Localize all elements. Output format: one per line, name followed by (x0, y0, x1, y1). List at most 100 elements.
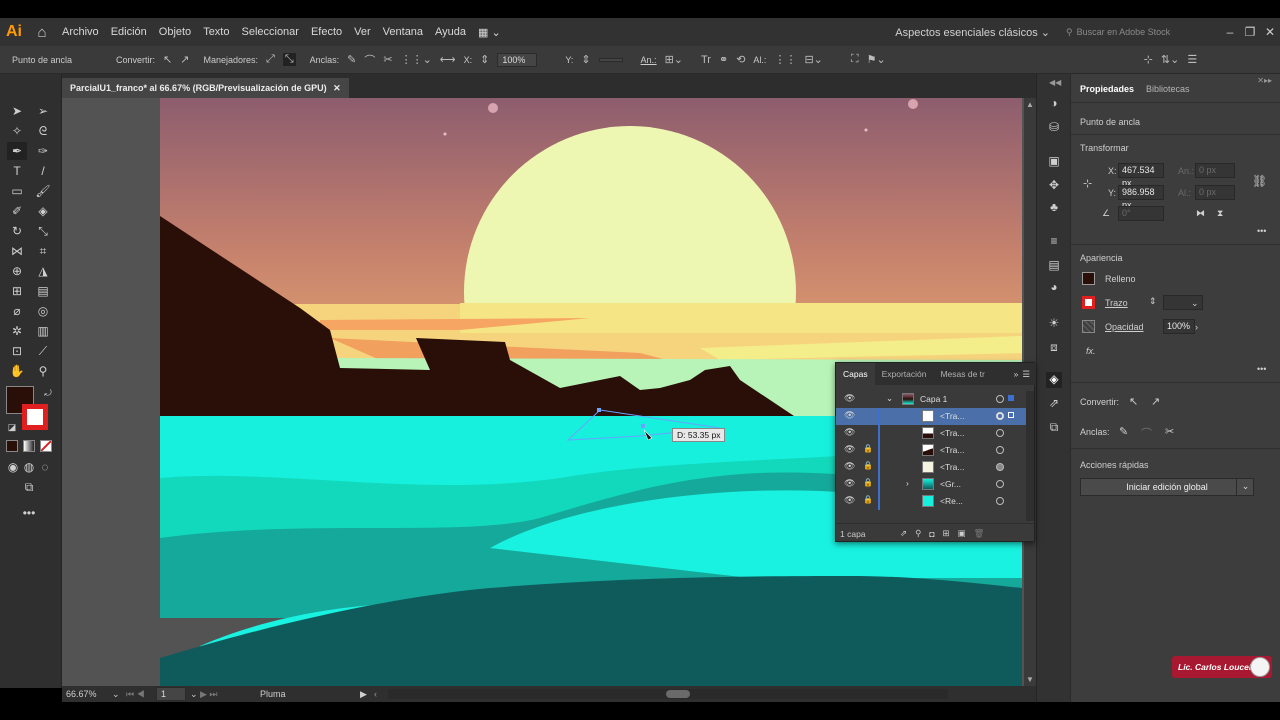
stroke-label[interactable]: Trazo (1105, 298, 1128, 308)
paintbrush-tool-icon[interactable]: 🖌 (33, 182, 53, 200)
expand-layer-icon[interactable]: ⌄ (886, 393, 893, 404)
grid-align-icon[interactable]: ⋮⋮ (774, 53, 796, 66)
target-icon[interactable] (996, 429, 1004, 437)
artboard-dropdown-icon[interactable]: ⌄ (186, 689, 200, 700)
layer-row[interactable]: 👁 🔒 <Tra... (836, 459, 1026, 476)
pen-tool-icon[interactable]: ✒ (7, 142, 27, 160)
default-colors-icon[interactable]: ◪ (2, 418, 22, 436)
hscroll-thumb[interactable] (666, 690, 690, 698)
puppet-warp-icon[interactable]: ✥ (1046, 178, 1062, 194)
layer-row[interactable]: 👁 <Tra... (836, 408, 1026, 425)
artboard-nav-icon[interactable]: ⏮ ◀ (126, 689, 156, 700)
layers-panel-icon[interactable]: ◈ (1046, 372, 1062, 388)
target-icon[interactable] (996, 480, 1004, 488)
layer-name[interactable]: <Re... (940, 496, 963, 506)
tab-bibliotecas[interactable]: Bibliotecas (1146, 84, 1190, 94)
menu-ayuda[interactable]: Ayuda (429, 26, 472, 38)
mesh-tool-icon[interactable]: ⊞ (7, 282, 27, 300)
close-tab-icon[interactable]: ✕ (333, 83, 341, 93)
shaper-tool-icon[interactable]: ✐ (7, 202, 27, 220)
gradient-mode-icon[interactable] (23, 440, 35, 452)
align-icon[interactable]: ⋮⋮⌄ (401, 53, 432, 66)
color-mode-icon[interactable] (6, 440, 18, 452)
layer-row[interactable]: 👁 🔒 <Tra... (836, 442, 1026, 459)
scroll-down-icon[interactable]: ▼ (1026, 675, 1034, 684)
zoom-tool-icon[interactable]: ⚲ (33, 362, 53, 380)
convert-smooth-icon[interactable]: ↗ (1151, 395, 1160, 408)
swap-colors-icon[interactable]: ⤾ (38, 384, 58, 402)
height-input[interactable]: 0 px (1195, 185, 1235, 200)
tab-propiedades[interactable]: Propiedades (1080, 84, 1134, 94)
connect-anchor-icon[interactable]: ⌒ (1141, 425, 1152, 441)
hscroll-left-icon[interactable]: ‹ (374, 689, 388, 699)
layer-name[interactable]: <Tra... (940, 445, 964, 455)
transform-icon[interactable]: Tr (701, 54, 711, 66)
expand-panel-icon[interactable]: » (1014, 369, 1023, 379)
visibility-icon[interactable]: 👁 (844, 478, 855, 489)
home-icon[interactable]: ⌂ (28, 24, 56, 41)
target-icon[interactable] (996, 412, 1004, 420)
menu-edicion[interactable]: Edición (105, 26, 153, 38)
workspace-switcher[interactable]: Aspectos esenciales clásicos ⌄ (895, 26, 1050, 39)
rotate-tool-icon[interactable]: ↻ (7, 222, 27, 240)
x-position-input[interactable]: 467.534 px (1118, 163, 1164, 188)
width-link-icon[interactable]: ⊞⌄ (665, 53, 683, 66)
type-tool-icon[interactable]: T (7, 162, 27, 180)
convert-smooth-icon[interactable]: ↗ (180, 53, 189, 66)
y-position-input[interactable]: 986.958 px (1118, 185, 1164, 210)
minimize-icon[interactable]: – (1220, 25, 1240, 39)
eraser-tool-icon[interactable]: ◈ (33, 202, 53, 220)
scroll-up-icon[interactable]: ▲ (1026, 100, 1034, 109)
magic-wand-icon[interactable]: ✧ (7, 122, 27, 140)
cut-path-icon[interactable]: ✂ (383, 53, 392, 66)
zoom-dropdown-icon[interactable]: ⌄ (112, 689, 126, 700)
stroke-weight-stepper[interactable]: ⇕ (1149, 296, 1157, 307)
connect-anchor-icon[interactable]: ⌒ (364, 52, 375, 68)
clipping-mask-icon[interactable]: ◘ (929, 529, 934, 539)
width-tool-icon[interactable]: ⋈ (7, 242, 27, 260)
visibility-icon[interactable]: 👁 (844, 410, 855, 421)
artboard-number[interactable]: 1 (156, 687, 186, 701)
zoom-level[interactable]: 66.67% (62, 689, 112, 699)
panel-arrange-icon[interactable]: ⊹ (1144, 53, 1153, 66)
remove-anchor-icon[interactable]: ✎ (347, 53, 356, 66)
artboards-panel-icon[interactable]: ⧉ (1046, 420, 1062, 436)
layer-row[interactable]: 👁 ⌄ Capa 1 (836, 391, 1026, 408)
blend-tool-icon[interactable]: ◎ (33, 302, 53, 320)
visibility-icon[interactable]: 👁 (844, 444, 855, 455)
restore-icon[interactable]: ❐ (1240, 25, 1260, 39)
menu-objeto[interactable]: Objeto (153, 26, 197, 38)
stroke-color-swatch[interactable] (1082, 296, 1095, 309)
angle-input[interactable]: 0° (1118, 206, 1164, 221)
hand-tool-icon[interactable]: ✋ (7, 362, 27, 380)
layer-name[interactable]: <Tra... (940, 411, 964, 421)
reference-point-icon[interactable]: ⊹ (1083, 177, 1092, 190)
remove-anchor-icon[interactable]: ✎ (1119, 425, 1128, 438)
opacity-label[interactable]: Opacidad (1105, 322, 1144, 332)
more-options-icon[interactable]: ••• (1257, 226, 1266, 236)
artboard-tool-icon[interactable]: ⊡ (7, 342, 27, 360)
document-tab[interactable]: ParcialU1_franco* al 66.67% (RGB/Previsu… (62, 78, 349, 98)
visibility-icon[interactable]: 👁 (844, 393, 855, 404)
frame-icon[interactable]: ⛶ (851, 53, 859, 66)
repeat-icon[interactable]: ⟲ (736, 53, 745, 66)
target-icon[interactable] (996, 497, 1004, 505)
visibility-icon[interactable]: 👁 (844, 427, 855, 438)
layer-row[interactable]: 👁 <Tra... (836, 425, 1026, 442)
target-icon[interactable] (996, 446, 1004, 454)
appearance-icon[interactable]: ☀ (1046, 316, 1062, 332)
panel-close-icon[interactable]: ✕▸▸ (1257, 76, 1272, 85)
global-edit-dropdown-icon[interactable]: ⌄ (1236, 478, 1254, 496)
shape-builder-icon[interactable]: ⊕ (7, 262, 27, 280)
layer-name[interactable]: <Gr... (940, 479, 961, 489)
close-window-icon[interactable]: ✕ (1260, 25, 1280, 39)
layer-name[interactable]: Capa 1 (920, 394, 947, 404)
symbols-icon[interactable]: ♣ (1046, 200, 1062, 216)
horizontal-scrollbar[interactable] (388, 689, 948, 699)
lasso-icon[interactable]: ᘓ (33, 122, 53, 140)
x-field[interactable]: 100% (497, 52, 538, 67)
menu-texto[interactable]: Texto (197, 26, 235, 38)
screen-mode-icon[interactable]: ⧉ (19, 478, 39, 496)
tab-capas[interactable]: Capas (836, 363, 875, 385)
convert-corner-icon[interactable]: ↖ (1129, 395, 1138, 408)
